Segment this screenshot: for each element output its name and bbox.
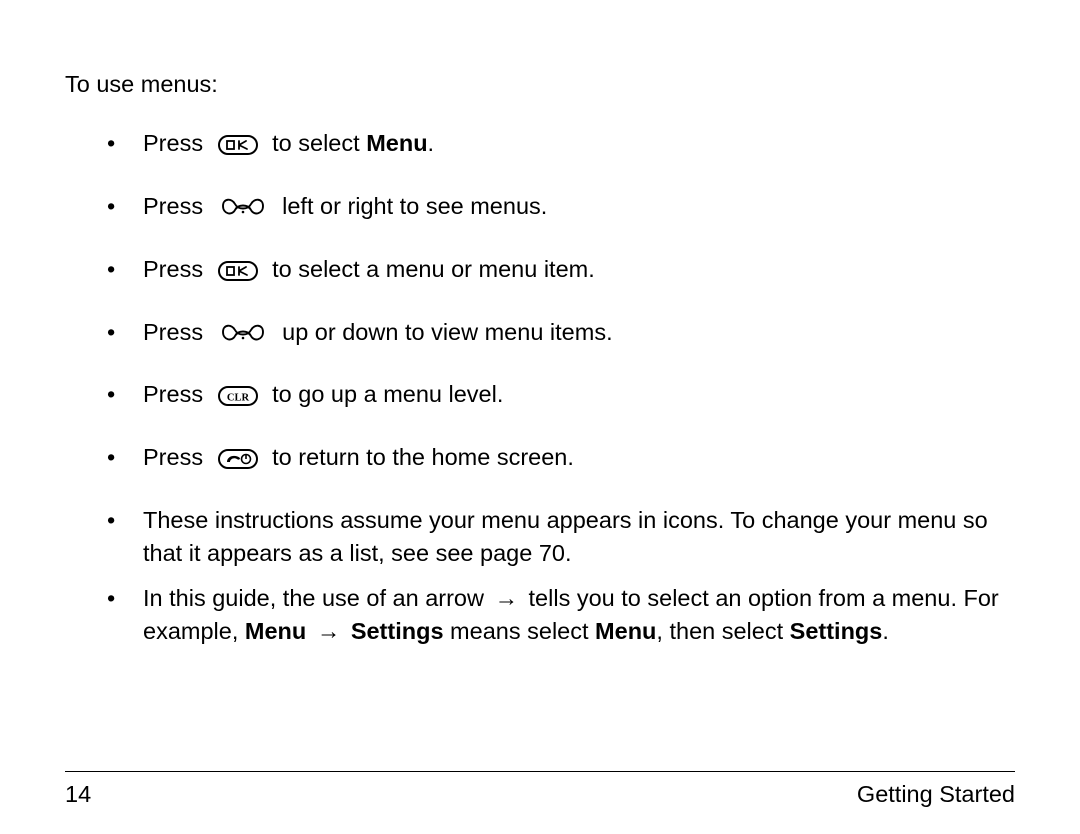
arrow-glyph-icon: →: [495, 582, 519, 615]
arrow-note-p3: [306, 618, 313, 644]
arrow-glyph-icon: →: [317, 615, 341, 648]
ok-key-icon: [218, 259, 258, 292]
step-3: Press to select a menu or menu item.: [107, 253, 1015, 292]
arrow-note-p4: means select: [444, 618, 596, 644]
nav-key-icon: [218, 194, 268, 229]
press-label: Press: [143, 193, 203, 219]
page-footer: 14 Getting Started: [65, 771, 1015, 811]
press-label: Press: [143, 381, 203, 407]
section-title: Getting Started: [857, 778, 1015, 811]
footer-rule: [65, 771, 1015, 772]
page-number: 14: [65, 778, 91, 811]
svg-text:CLR: CLR: [227, 393, 250, 404]
step-1: Press to select Menu.: [107, 127, 1015, 166]
step-6-text: to return to the home screen.: [272, 444, 574, 470]
step-4-text: up or down to view menu items.: [282, 319, 612, 345]
step-3-text: to select a menu or menu item.: [272, 256, 595, 282]
arrow-note-b4: Settings: [790, 618, 883, 644]
note-arrow: In this guide, the use of an arrow → tel…: [107, 582, 1015, 648]
press-label: Press: [143, 130, 203, 156]
arrow-note-p5: , then select: [656, 618, 789, 644]
arrow-note-p1: In this guide, the use of an arrow: [143, 585, 491, 611]
clr-key-icon: CLR: [218, 384, 258, 417]
press-label: Press: [143, 444, 203, 470]
note-icons-text: These instructions assume your menu appe…: [143, 507, 988, 566]
note-icons: These instructions assume your menu appe…: [107, 504, 1015, 570]
press-label: Press: [143, 319, 203, 345]
page-content: To use menus: Press to select Menu. Pres…: [0, 0, 1080, 648]
arrow-note-b1: Menu: [245, 618, 306, 644]
step-1-text-a: to select: [272, 130, 366, 156]
step-1-text-b: .: [428, 130, 435, 156]
arrow-note-b2: Settings: [351, 618, 444, 644]
nav-key-icon: [218, 320, 268, 355]
step-1-bold: Menu: [366, 130, 427, 156]
intro-text: To use menus:: [65, 68, 1015, 101]
end-key-icon: [218, 447, 258, 480]
steps-list: Press to select Menu. Press left or righ…: [65, 127, 1015, 648]
step-5-text: to go up a menu level.: [272, 381, 503, 407]
arrow-note-b3: Menu: [595, 618, 656, 644]
ok-key-icon: [218, 133, 258, 166]
arrow-note-p6: .: [882, 618, 889, 644]
step-4: Press up or down to view menu items.: [107, 316, 1015, 355]
step-2-text: left or right to see menus.: [282, 193, 547, 219]
step-5: Press CLR to go up a menu level.: [107, 378, 1015, 417]
step-6: Press to return to the home screen.: [107, 441, 1015, 480]
step-2: Press left or right to see menus.: [107, 190, 1015, 229]
press-label: Press: [143, 256, 203, 282]
